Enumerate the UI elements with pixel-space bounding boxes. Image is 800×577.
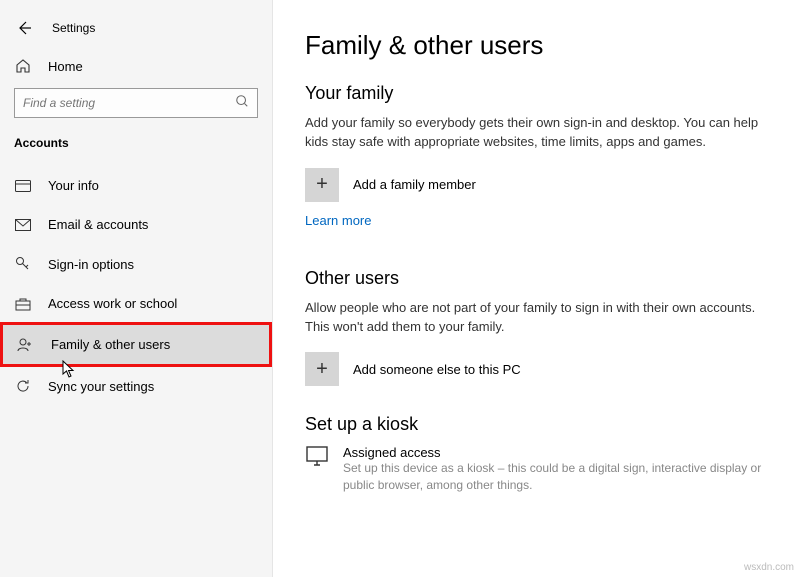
- plus-icon: +: [305, 352, 339, 386]
- nav-item-sync[interactable]: Sync your settings: [0, 366, 272, 406]
- watermark: wsxdn.com: [744, 562, 794, 573]
- nav-item-signin[interactable]: Sign-in options: [0, 244, 272, 284]
- nav-label: Your info: [48, 178, 99, 193]
- nav-label: Sign-in options: [48, 257, 134, 272]
- search-icon: [235, 94, 249, 113]
- family-title: Your family: [305, 83, 768, 104]
- learn-more-link[interactable]: Learn more: [305, 213, 371, 228]
- nav-label: Sync your settings: [48, 379, 154, 394]
- add-other-user-button[interactable]: + Add someone else to this PC: [305, 352, 768, 386]
- sync-icon: [14, 378, 32, 394]
- assigned-access-button[interactable]: Assigned access Set up this device as a …: [305, 445, 768, 494]
- kiosk-label: Assigned access: [343, 445, 768, 460]
- add-family-label: Add a family member: [353, 177, 476, 192]
- page-title: Family & other users: [305, 30, 768, 61]
- people-icon: [17, 338, 35, 352]
- main-content: Family & other users Your family Add you…: [273, 0, 800, 577]
- nav-item-family[interactable]: Family & other users: [3, 325, 269, 364]
- nav-item-your-info[interactable]: Your info: [0, 166, 272, 205]
- monitor-icon: [305, 445, 329, 467]
- home-label: Home: [48, 59, 83, 74]
- other-users-title: Other users: [305, 268, 768, 289]
- nav-item-email[interactable]: Email & accounts: [0, 205, 272, 244]
- search-input[interactable]: [14, 88, 258, 118]
- briefcase-icon: [14, 297, 32, 311]
- envelope-icon: [14, 219, 32, 231]
- key-icon: [14, 256, 32, 272]
- sidebar-section-title: Accounts: [0, 136, 272, 158]
- nav-label: Access work or school: [48, 296, 177, 311]
- plus-icon: +: [305, 168, 339, 202]
- nav-label: Email & accounts: [48, 217, 148, 232]
- arrow-left-icon: [16, 20, 32, 36]
- card-icon: [14, 180, 32, 192]
- add-family-member-button[interactable]: + Add a family member: [305, 168, 768, 202]
- nav-label: Family & other users: [51, 337, 170, 352]
- sidebar: Settings Home Accounts Your info: [0, 0, 273, 577]
- home-button[interactable]: Home: [0, 50, 272, 88]
- nav-item-family-highlight: Family & other users: [0, 322, 272, 367]
- other-users-description: Allow people who are not part of your fa…: [305, 299, 768, 337]
- search-field[interactable]: [23, 96, 235, 110]
- home-icon: [14, 58, 32, 74]
- family-description: Add your family so everybody gets their …: [305, 114, 768, 152]
- nav-item-work-school[interactable]: Access work or school: [0, 284, 272, 323]
- app-title: Settings: [52, 21, 95, 35]
- sidebar-header: Settings: [0, 10, 272, 50]
- kiosk-title: Set up a kiosk: [305, 414, 768, 435]
- nav-list: Your info Email & accounts Sign-in optio…: [0, 166, 272, 406]
- back-button[interactable]: [14, 18, 34, 38]
- add-other-label: Add someone else to this PC: [353, 362, 521, 377]
- kiosk-description: Set up this device as a kiosk – this cou…: [343, 460, 768, 494]
